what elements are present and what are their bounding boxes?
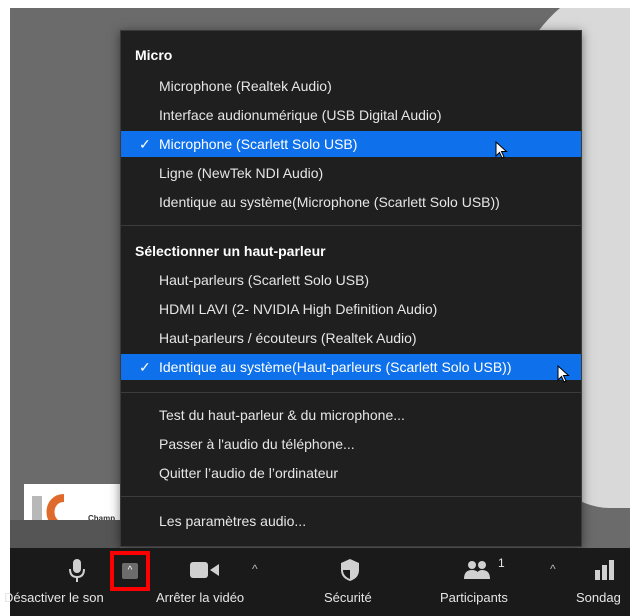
participant-name-bar xyxy=(10,520,120,550)
checkmark-icon: ✓ xyxy=(139,359,151,375)
video-camera-icon xyxy=(190,562,219,578)
menu-item-label: Quitter l’audio de l’ordinateur xyxy=(159,465,338,481)
menu-item-label: Interface audionumérique (USB Digital Au… xyxy=(159,107,442,123)
menu-divider xyxy=(121,392,581,393)
menu-item-label: Les paramètres audio... xyxy=(159,513,307,529)
menu-item-label: Haut-parleurs / écouteurs (Realtek Audio… xyxy=(159,330,417,346)
polls-label: Sondag xyxy=(576,590,621,605)
audio-options-caret-button[interactable]: ^ xyxy=(122,563,138,579)
mouse-cursor-icon xyxy=(557,365,570,383)
menu-item-label: Ligne (NewTek NDI Audio) xyxy=(159,165,324,181)
menu-item-label: Microphone (Realtek Audio) xyxy=(159,78,332,94)
participants-label: Participants xyxy=(440,590,508,605)
menu-item-label: Identique au système(Microphone (Scarlet… xyxy=(159,194,500,210)
test-audio-item[interactable]: Test du haut-parleur & du microphone... xyxy=(121,402,581,428)
zoom-window: Champ Micro Microphone (Realtek Audio) I… xyxy=(0,0,630,616)
mic-item-scarlett[interactable]: ✓ Microphone (Scarlett Solo USB) xyxy=(121,131,581,157)
mute-label: Désactiver le son xyxy=(4,590,104,605)
microphone-icon xyxy=(69,559,85,582)
chevron-up-icon[interactable]: ^ xyxy=(550,562,556,576)
participants-button[interactable]: 1 ^ Participants xyxy=(440,548,560,616)
polls-button[interactable]: Sondag xyxy=(576,548,630,616)
menu-item-label: Microphone (Scarlett Solo USB) xyxy=(159,136,358,152)
speaker-item-hdmi[interactable]: HDMI LAVI (2- NVIDIA High Definition Aud… xyxy=(121,296,581,322)
speaker-header: Sélectionner un haut-parleur xyxy=(135,243,326,259)
stop-video-button[interactable]: ^ Arrêter la vidéo xyxy=(156,548,280,616)
video-label: Arrêter la vidéo xyxy=(156,590,245,605)
mic-item-newtek[interactable]: Ligne (NewTek NDI Audio) xyxy=(121,160,581,186)
chevron-up-icon: ^ xyxy=(127,565,133,576)
menu-item-label: Identique au système(Haut-parleurs (Scar… xyxy=(159,359,512,375)
speaker-item-same-as-system[interactable]: ✓ Identique au système(Haut-parleurs (Sc… xyxy=(121,354,581,380)
audio-menu: Micro Microphone (Realtek Audio) Interfa… xyxy=(120,30,582,547)
checkmark-icon: ✓ xyxy=(139,136,151,152)
mouse-cursor-icon xyxy=(495,141,508,159)
menu-item-label: Passer à l'audio du téléphone... xyxy=(159,436,355,452)
mic-item-realtek[interactable]: Microphone (Realtek Audio) xyxy=(121,73,581,99)
security-label: Sécurité xyxy=(324,590,372,605)
chevron-up-icon[interactable]: ^ xyxy=(252,562,258,576)
micro-header: Micro xyxy=(135,47,173,63)
menu-item-label: Test du haut-parleur & du microphone... xyxy=(159,407,405,423)
mic-item-same-as-system[interactable]: Identique au système(Microphone (Scarlet… xyxy=(121,189,581,215)
security-button[interactable]: Sécurité xyxy=(310,548,390,616)
audio-settings-item[interactable]: Les paramètres audio... xyxy=(121,508,581,534)
menu-item-label: HDMI LAVI (2- NVIDIA High Definition Aud… xyxy=(159,301,438,317)
menu-item-label: Haut-parleurs (Scarlett Solo USB) xyxy=(159,272,370,288)
speaker-item-scarlett[interactable]: Haut-parleurs (Scarlett Solo USB) xyxy=(121,267,581,293)
bar-chart-icon xyxy=(595,560,614,580)
menu-divider xyxy=(121,225,581,226)
meeting-toolbar: Désactiver le son ^ ^ Arrêter la vidéo S… xyxy=(4,548,630,616)
audio-options-highlight: ^ xyxy=(110,551,150,591)
phone-audio-item[interactable]: Passer à l'audio du téléphone... xyxy=(121,431,581,457)
participants-icon xyxy=(464,561,490,579)
menu-divider xyxy=(121,496,581,497)
speaker-item-realtek[interactable]: Haut-parleurs / écouteurs (Realtek Audio… xyxy=(121,325,581,351)
participants-count: 1 xyxy=(498,556,505,570)
mute-button[interactable]: Désactiver le son xyxy=(4,548,110,616)
mic-item-usb-digital[interactable]: Interface audionumérique (USB Digital Au… xyxy=(121,102,581,128)
leave-computer-audio-item[interactable]: Quitter l’audio de l’ordinateur xyxy=(121,460,581,486)
shield-icon xyxy=(341,559,359,581)
